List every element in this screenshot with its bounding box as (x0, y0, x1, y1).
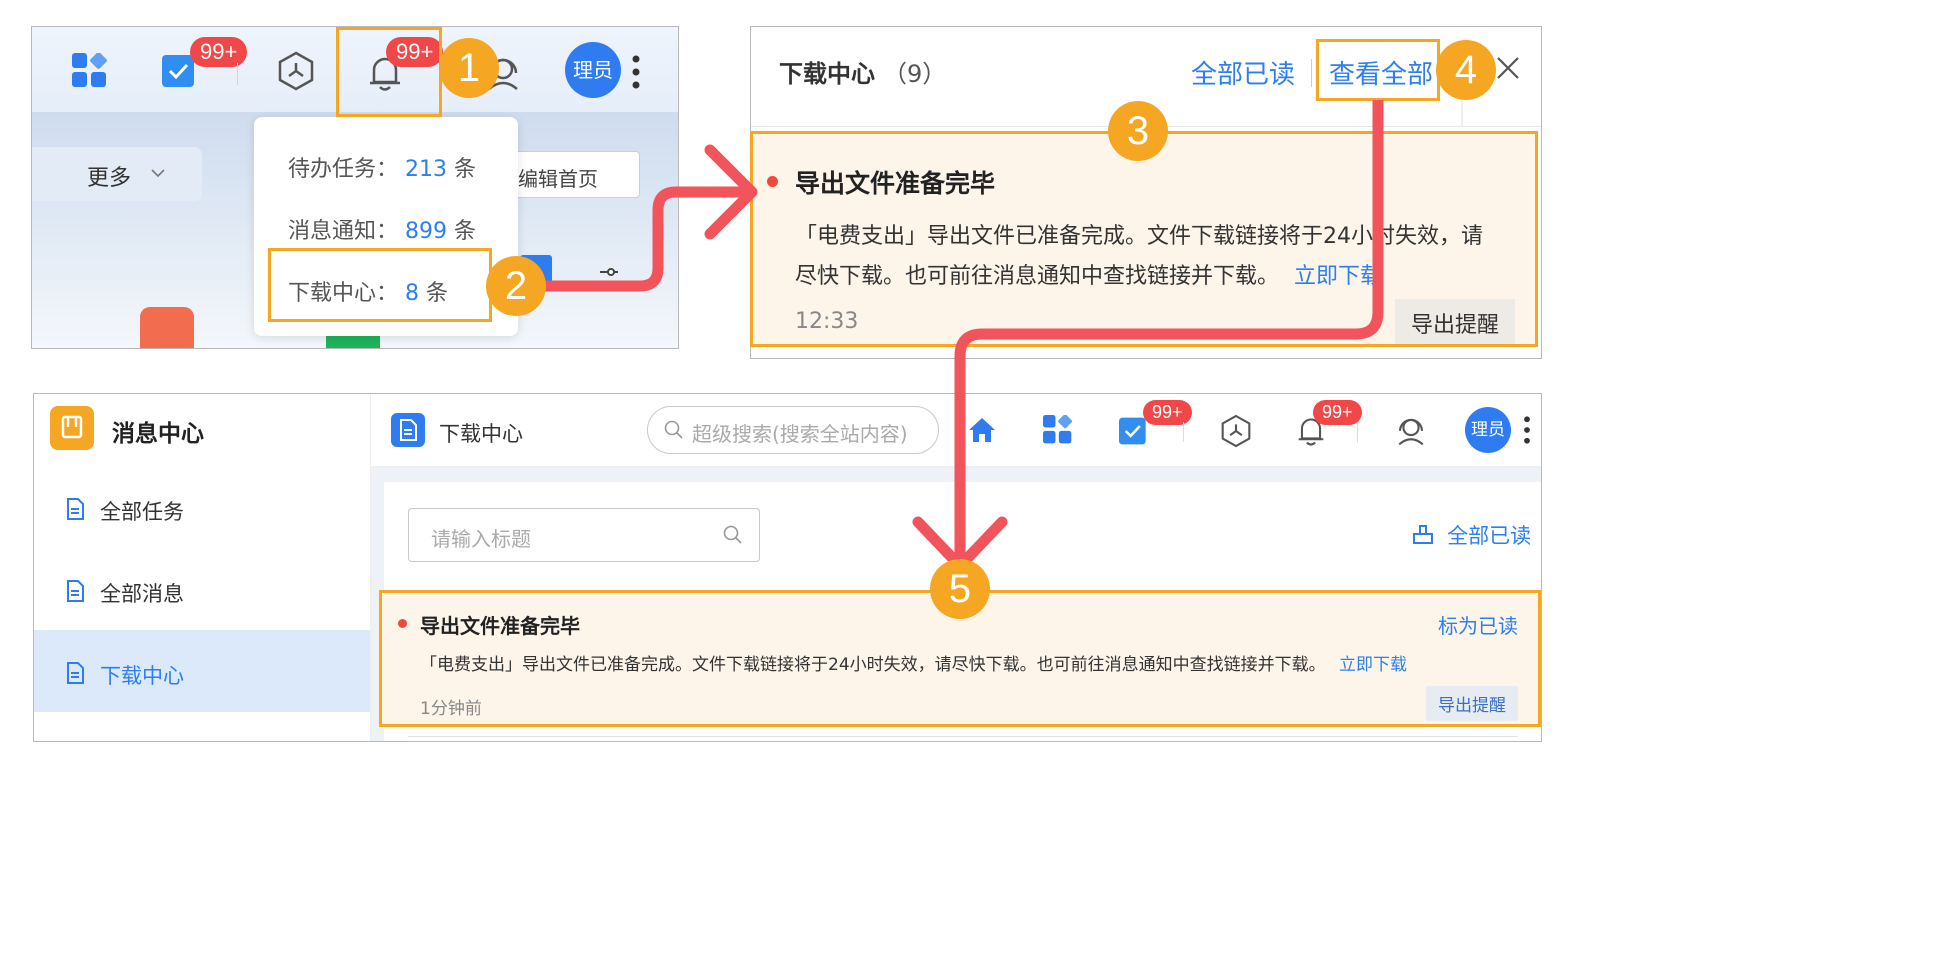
step-4-marker: 4 (1436, 40, 1496, 100)
step-3-marker: 3 (1108, 101, 1168, 161)
arrow-step4-to-5 (954, 100, 1384, 560)
step-1-marker: 1 (439, 38, 499, 98)
arrow-step2-to-3 (540, 186, 748, 292)
step-5-marker: 5 (930, 559, 990, 619)
step-2-marker: 2 (486, 256, 546, 316)
flow-arrows (540, 100, 1384, 572)
